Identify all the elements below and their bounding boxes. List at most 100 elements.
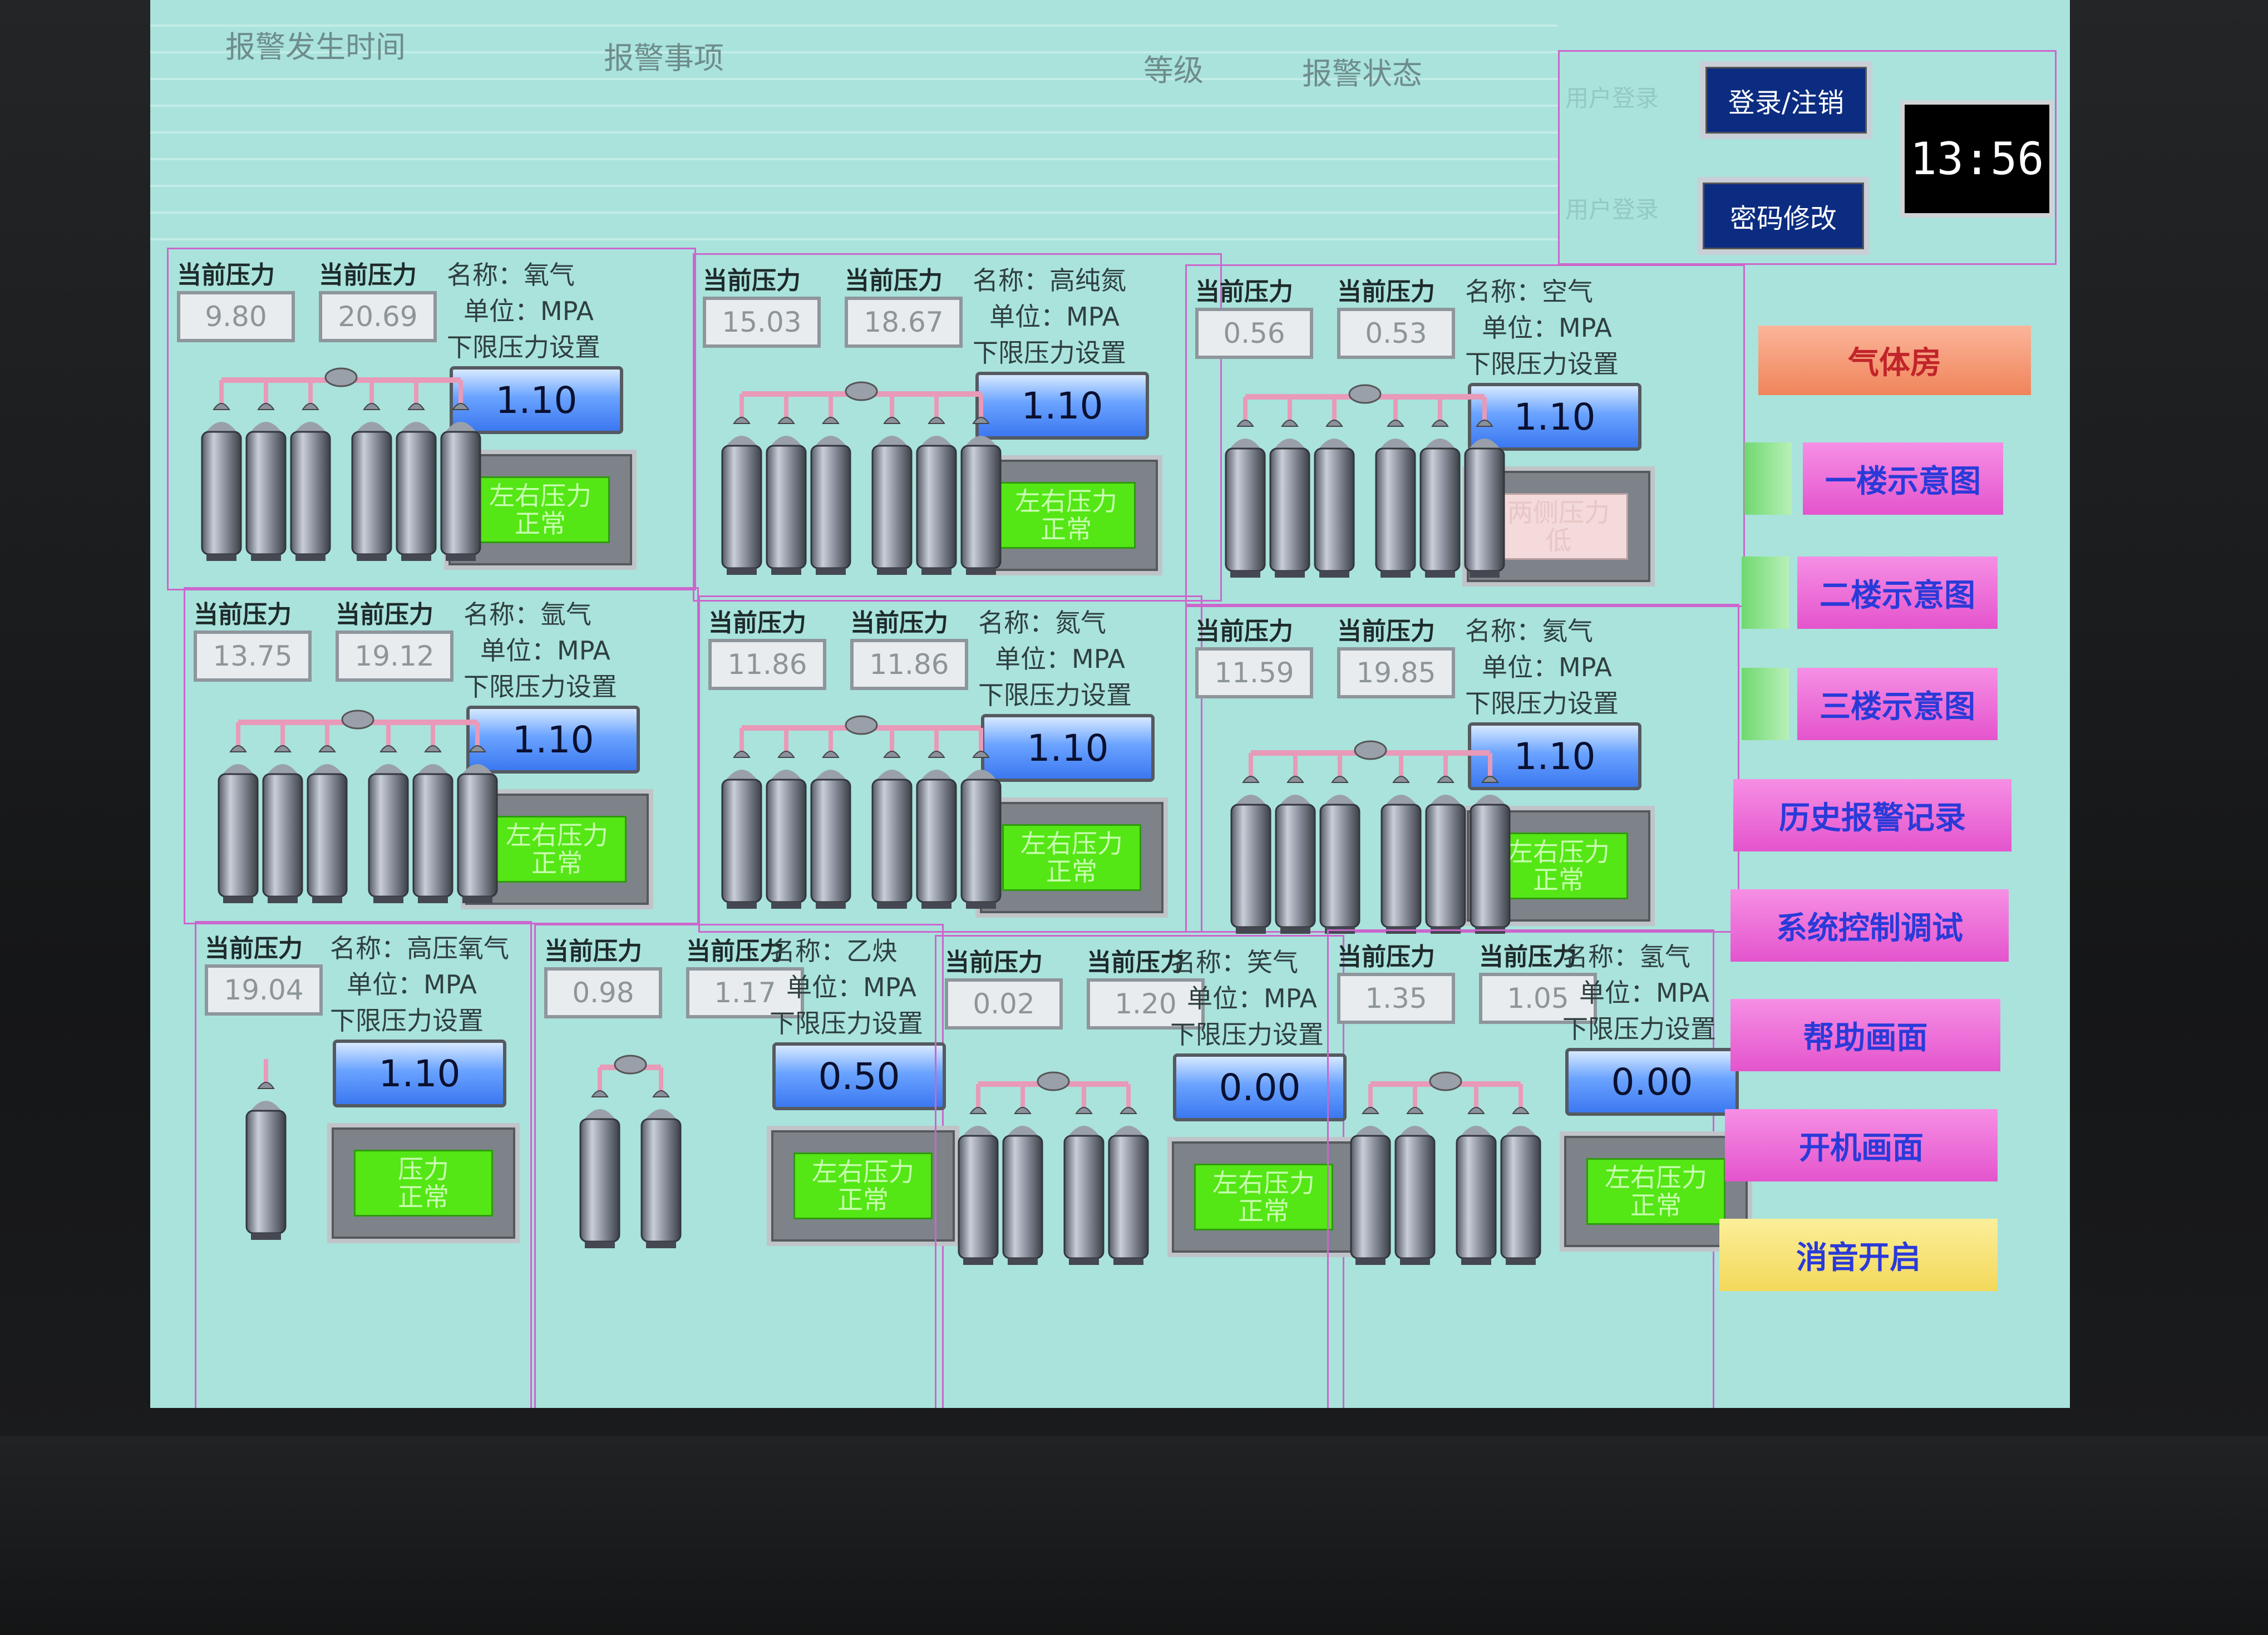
gas-cylinder-bank-icon <box>717 380 1012 583</box>
lower-limit-label: 下限压力设置 <box>770 1008 923 1038</box>
nav-help-button[interactable]: 帮助画面 <box>1730 999 2000 1071</box>
nav-startup-button[interactable]: 开机画面 <box>1725 1109 1998 1181</box>
status-text: 左右压力 正常 <box>1194 1164 1333 1230</box>
status-line-2: 正常 <box>1046 856 1097 887</box>
gas-name: 名称：氮气 <box>978 608 1106 638</box>
nav-mute-button[interactable]: 消音开启 <box>1719 1219 1998 1291</box>
nav-floor1-button[interactable]: 一楼示意图 <box>1803 442 2003 515</box>
lower-limit-setpoint[interactable]: 0.00 <box>1565 1048 1739 1116</box>
status-line-1: 左右压力 <box>489 481 591 511</box>
left-pressure-readout: 11.86 <box>708 639 826 690</box>
alarm-header-item: 报警事项 <box>604 41 724 76</box>
floor3-indicator <box>1742 668 1789 740</box>
lower-limit-label: 下限压力设置 <box>973 338 1126 368</box>
left-pressure-readout: 0.02 <box>945 978 1063 1030</box>
gas-panel: 当前压力 11.59 当前压力 19.85 名称：氦气 单位：MPA 下限压力设置 1.10 左… <box>1185 604 1739 934</box>
gas-cylinder-bank-icon <box>575 1053 692 1256</box>
current-pressure-label: 当前压力 <box>845 267 943 295</box>
right-pressure-readout: 0.53 <box>1337 308 1455 359</box>
unit-label: 单位：MPA <box>1579 978 1709 1008</box>
current-pressure-label: 当前压力 <box>194 600 292 629</box>
nav-floor2-button[interactable]: 二楼示意图 <box>1797 557 1998 629</box>
lower-limit-setpoint[interactable]: 1.10 <box>333 1040 506 1107</box>
status-text: 压力 正常 <box>354 1150 493 1217</box>
login-logout-button[interactable]: 登录/注销 <box>1700 61 1872 139</box>
lower-limit-label: 下限压力设置 <box>978 680 1132 710</box>
status-line-1: 左右压力 <box>1507 837 1610 867</box>
clock-display: 13:56 <box>1900 100 2054 218</box>
status-line-1: 压力 <box>398 1154 449 1184</box>
lower-limit-setpoint[interactable]: 0.00 <box>1173 1053 1347 1121</box>
current-pressure-label: 当前压力 <box>205 934 303 963</box>
status-line-1: 左右压力 <box>1015 486 1117 516</box>
current-pressure-label: 当前压力 <box>1337 943 1435 971</box>
status-line-1: 左右压力 <box>506 820 608 850</box>
right-pressure-readout: 20.69 <box>319 291 437 342</box>
pressure-status-indicator: 左右压力 正常 <box>767 1126 959 1246</box>
current-pressure-label: 当前压力 <box>1337 278 1435 306</box>
gas-panel: 当前压力 9.80 当前压力 20.69 名称：氧气 单位：MPA 下限压力设置 1.10 左右… <box>167 248 696 590</box>
gas-panel: 当前压力 1.35 当前压力 1.05 名称：氢气 单位：MPA 下限压力设置 0.00 左右压… <box>1327 929 1752 1408</box>
gas-name: 名称：乙炔 <box>770 936 898 966</box>
alarm-list[interactable]: 报警发生时间 报警事项 等级 报警状态 <box>150 0 1558 245</box>
nav-history-button[interactable]: 历史报警记录 <box>1733 779 2011 851</box>
password-change-button[interactable]: 密码修改 <box>1697 177 1870 255</box>
alarm-header-level: 等级 <box>1143 53 1204 88</box>
current-pressure-label: 当前压力 <box>945 948 1043 977</box>
status-line-1: 左右压力 <box>1020 829 1123 859</box>
current-pressure-label: 当前压力 <box>1337 617 1435 646</box>
left-pressure-readout: 11.59 <box>1195 647 1313 698</box>
gas-name: 名称：高压氧气 <box>330 933 509 963</box>
current-pressure-label: 当前压力 <box>1195 278 1293 306</box>
current-pressure-label: 当前压力 <box>703 267 801 295</box>
current-pressure-label: 当前压力 <box>177 261 275 289</box>
left-pressure-readout: 13.75 <box>194 631 312 682</box>
nav-floor3-button[interactable]: 三楼示意图 <box>1797 668 1998 740</box>
lower-limit-label: 下限压力设置 <box>447 332 600 362</box>
gas-cylinder-bank-icon <box>1345 1070 1551 1273</box>
unit-label: 单位：MPA <box>347 969 477 999</box>
unit-label: 单位：MPA <box>1482 652 1612 682</box>
status-text: 左右压力 正常 <box>1586 1158 1725 1225</box>
floor1-indicator <box>1744 442 1792 515</box>
status-line-2: 正常 <box>531 848 583 878</box>
gas-name: 名称：氩气 <box>464 599 591 629</box>
status-line-2: 正常 <box>1238 1196 1289 1226</box>
status-text: 左右压力 正常 <box>1002 824 1141 891</box>
nav-gas-room-button[interactable]: 气体房 <box>1758 326 2031 395</box>
right-pressure-readout: 19.85 <box>1337 647 1455 698</box>
pressure-status-indicator: 压力 正常 <box>327 1123 520 1243</box>
unit-label: 单位：MPA <box>989 302 1120 332</box>
left-pressure-readout: 19.04 <box>205 964 323 1016</box>
alarm-header-state: 报警状态 <box>1302 56 1422 91</box>
status-line-2: 低 <box>1546 525 1571 555</box>
status-text: 左右压力 正常 <box>487 816 627 883</box>
status-text: 左右压力 正常 <box>793 1153 933 1219</box>
status-text: 左右压力 正常 <box>471 476 610 543</box>
nav-system-button[interactable]: 系统控制调试 <box>1730 889 2009 962</box>
unit-label: 单位：MPA <box>995 644 1125 674</box>
status-line-1: 左右压力 <box>812 1157 914 1187</box>
status-line-1: 左右压力 <box>1605 1163 1707 1193</box>
gas-panel: 当前压力 11.86 当前压力 11.86 名称：氮气 单位：MPA 下限压力设置 1.10 左… <box>698 595 1202 933</box>
unit-label: 单位：MPA <box>786 972 916 1002</box>
lower-limit-setpoint[interactable]: 0.50 <box>772 1042 946 1110</box>
unit-label: 单位：MPA <box>1482 313 1612 343</box>
gas-panel: 当前压力 13.75 当前压力 19.12 名称：氩气 单位：MPA 下限压力设置 1.10 左… <box>184 587 699 924</box>
lower-limit-label: 下限压力设置 <box>464 672 617 702</box>
status-line-2: 正常 <box>1630 1190 1682 1220</box>
gas-panel: 当前压力 0.56 当前压力 0.53 名称：空气 单位：MPA 下限压力设置 1.10 两侧压… <box>1185 264 1745 607</box>
current-pressure-label: 当前压力 <box>336 600 433 629</box>
right-pressure-readout: 18.67 <box>845 297 963 348</box>
current-pressure-label: 当前压力 <box>708 609 806 637</box>
right-pressure-readout: 11.86 <box>850 639 968 690</box>
gas-cylinder-bank-icon <box>1220 383 1515 585</box>
current-pressure-label: 当前压力 <box>319 261 417 289</box>
gas-cylinder-bank-icon <box>196 366 491 569</box>
lower-limit-label: 下限压力设置 <box>1170 1020 1324 1050</box>
gas-name: 名称：空气 <box>1465 277 1593 307</box>
unit-label: 单位：MPA <box>1187 983 1317 1013</box>
gas-cylinder-bank-icon <box>213 708 508 911</box>
gas-panel: 当前压力 0.02 当前压力 1.20 名称：笑气 单位：MPA 下限压力设置 0.00 左右压… <box>935 935 1360 1408</box>
status-text: 左右压力 正常 <box>997 482 1136 549</box>
